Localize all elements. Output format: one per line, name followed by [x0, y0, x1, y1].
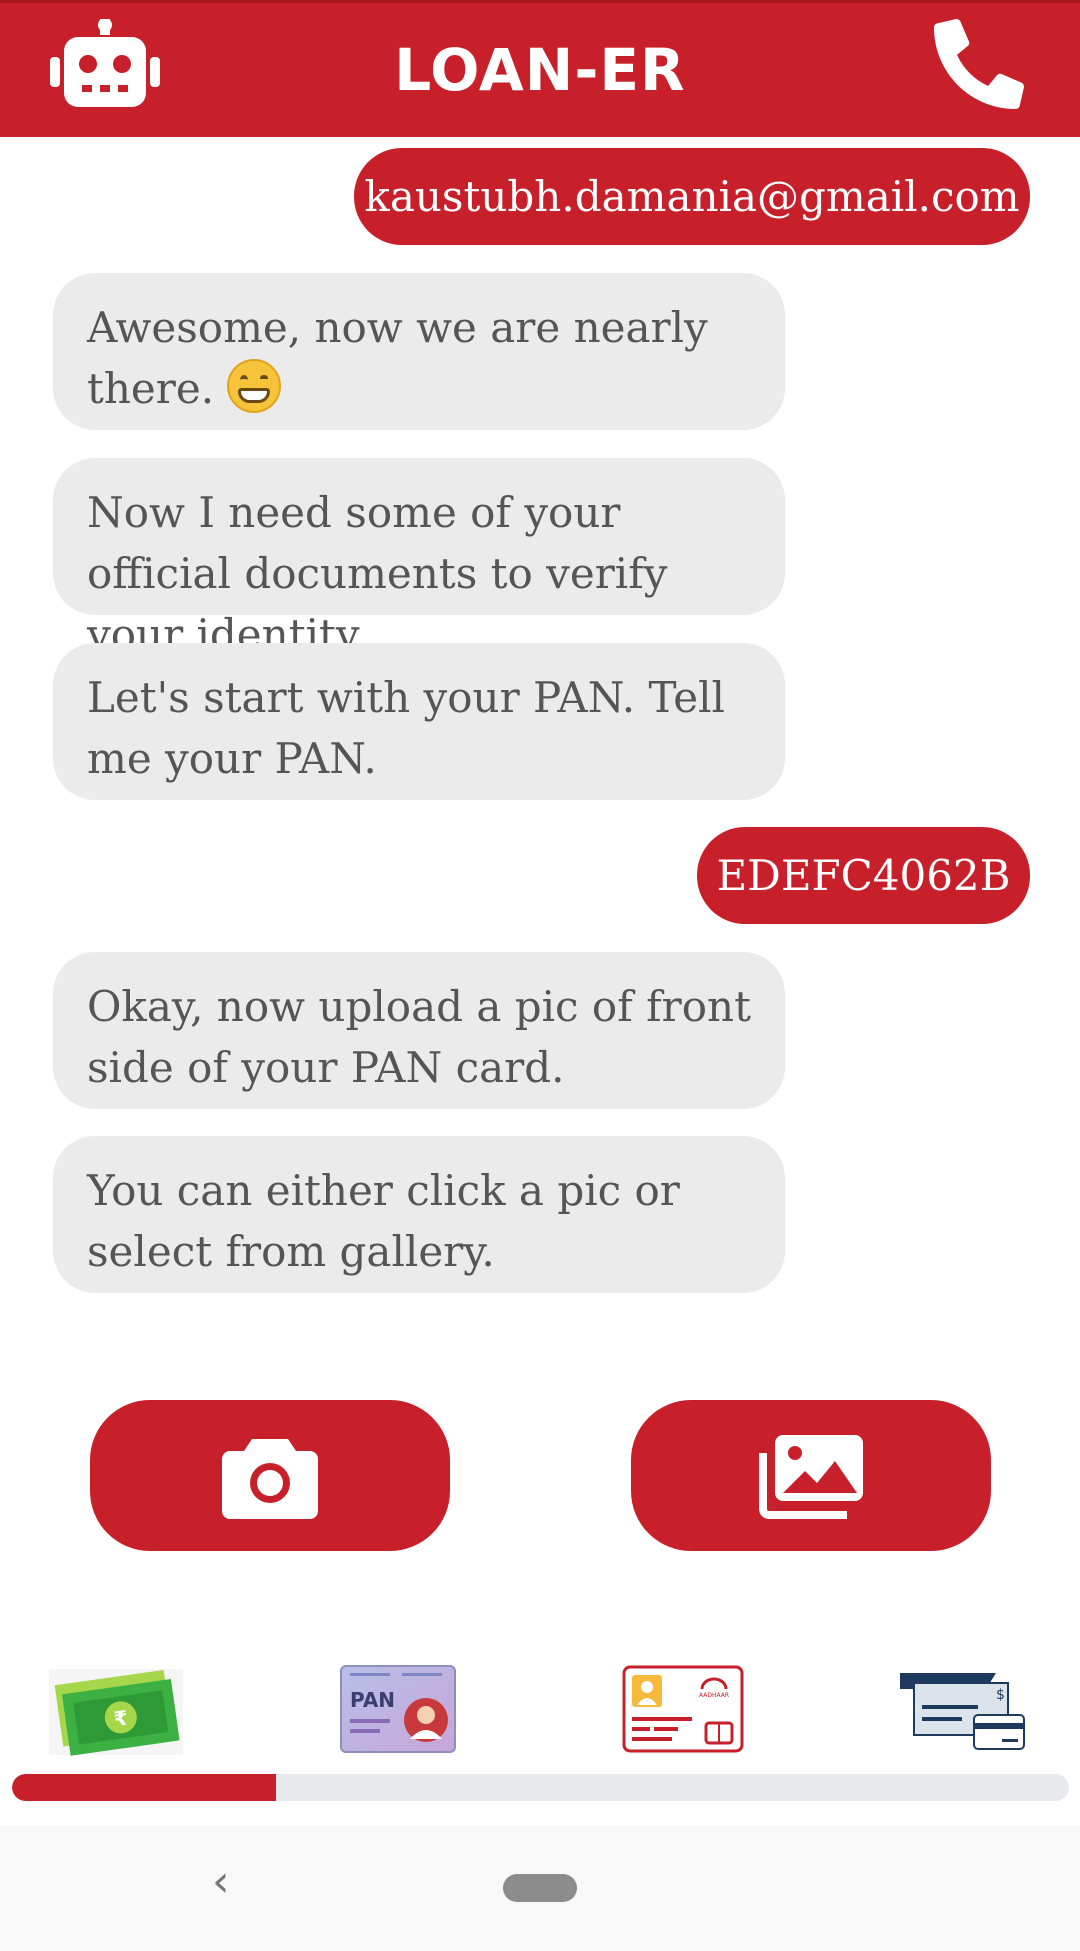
- svg-text:AADHAAR: AADHAAR: [699, 1692, 729, 1699]
- app-header: LOAN-ER: [0, 0, 1080, 137]
- gallery-button[interactable]: [631, 1400, 991, 1551]
- system-navigation-bar: ‹: [0, 1826, 1080, 1951]
- progress-bar: [12, 1774, 1069, 1801]
- money-icon[interactable]: ₹: [45, 1667, 187, 1757]
- robot-icon[interactable]: [50, 19, 160, 109]
- back-icon[interactable]: ‹: [212, 1856, 230, 1907]
- app-title: LOAN-ER: [394, 36, 686, 104]
- bank-cheque-icon[interactable]: $: [898, 1665, 1028, 1755]
- document-steps: ₹ PAN AADHAAR $: [0, 1665, 1080, 1765]
- message-text: Now I need some of your official documen…: [87, 488, 668, 659]
- svg-text:PAN: PAN: [350, 1688, 395, 1712]
- grinning-face-icon: [227, 359, 282, 413]
- user-message: kaustubh.damania@gmail.com: [354, 148, 1030, 245]
- gallery-icon: [759, 1434, 863, 1519]
- camera-button[interactable]: [90, 1400, 450, 1551]
- bot-message: Okay, now upload a pic of front side of …: [53, 952, 785, 1109]
- message-text: Okay, now upload a pic of front side of …: [87, 982, 751, 1092]
- bot-message: Awesome, now we are nearly there.: [53, 273, 785, 430]
- bot-message: Now I need some of your official documen…: [53, 458, 785, 659]
- bot-message: You can either click a pic or select fro…: [53, 1136, 785, 1293]
- svg-text:$: $: [996, 1687, 1005, 1703]
- home-pill-icon[interactable]: [503, 1874, 577, 1902]
- phone-icon[interactable]: [934, 19, 1024, 109]
- message-text: Awesome, now we are nearly there.: [87, 303, 708, 413]
- message-text: Let's start with your PAN. Tell me your …: [87, 673, 725, 783]
- pan-card-icon[interactable]: PAN: [340, 1665, 456, 1755]
- message-text: EDEFC4062B: [716, 851, 1011, 900]
- camera-icon: [222, 1438, 318, 1519]
- progress-fill: [12, 1774, 277, 1801]
- aadhaar-card-icon[interactable]: AADHAAR: [622, 1665, 744, 1755]
- message-text: You can either click a pic or select fro…: [87, 1166, 680, 1276]
- message-text: kaustubh.damania@gmail.com: [364, 172, 1020, 221]
- bot-message: Let's start with your PAN. Tell me your …: [53, 643, 785, 800]
- user-message: EDEFC4062B: [697, 827, 1030, 924]
